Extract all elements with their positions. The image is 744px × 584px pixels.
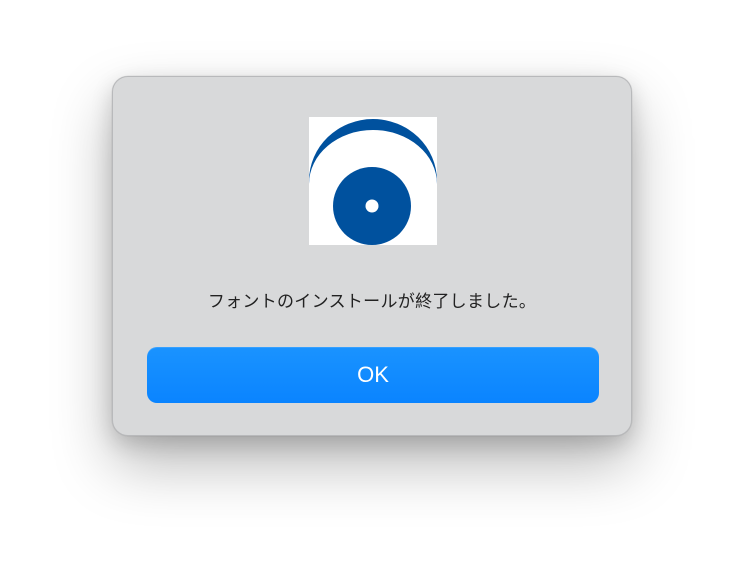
screen: フォントのインストールが終了しました。 OK (0, 0, 744, 584)
font-installer-eye-icon (309, 117, 437, 245)
ok-button[interactable]: OK (147, 347, 599, 403)
alert-dialog: フォントのインストールが終了しました。 OK (112, 76, 632, 436)
alert-message: フォントのインストールが終了しました。 (207, 292, 537, 311)
